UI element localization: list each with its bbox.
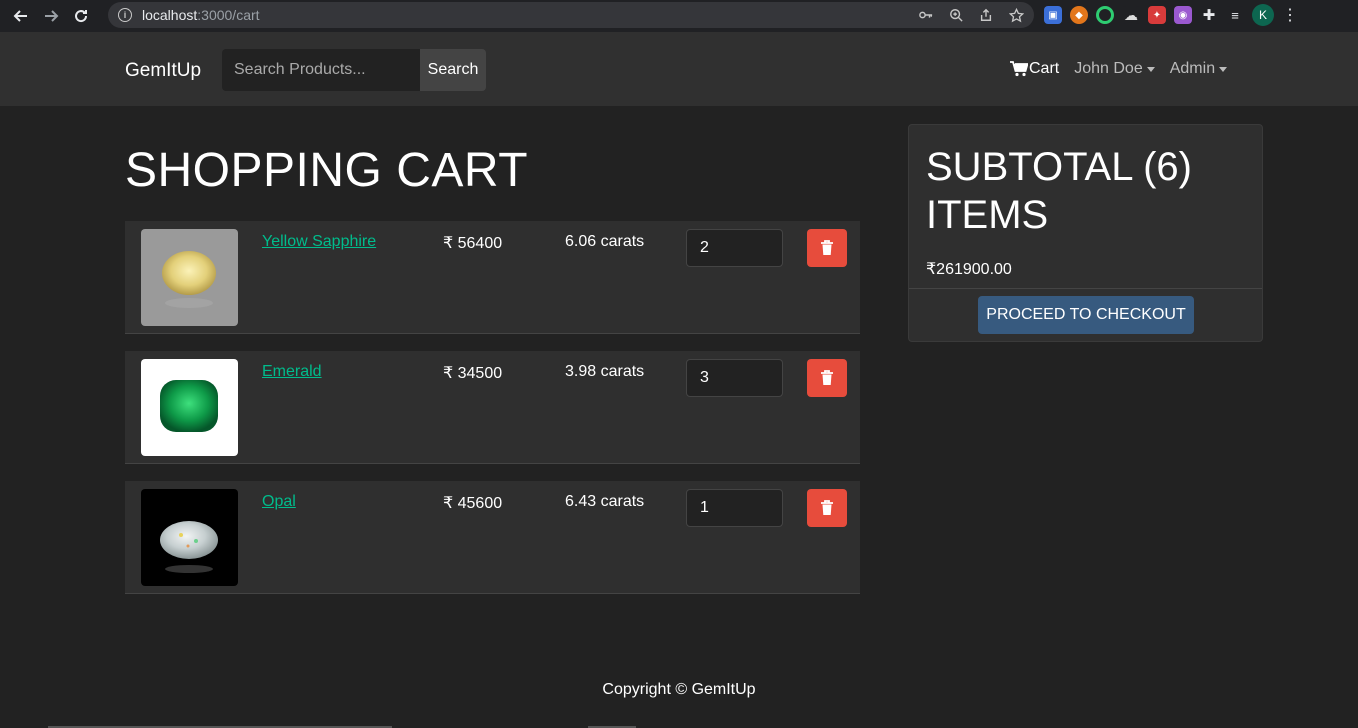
back-arrow-icon[interactable] <box>8 3 34 29</box>
screen-extension-icon[interactable]: ▣ <box>1044 6 1062 24</box>
shopping-cart-icon <box>1010 61 1028 77</box>
forward-arrow-icon[interactable] <box>38 3 64 29</box>
item-price: ₹ 34500 <box>443 365 503 382</box>
cloud-extension-icon[interactable]: ☁ <box>1122 6 1140 24</box>
metamask-fox-icon[interactable]: ◆ <box>1070 6 1088 24</box>
remove-item-button[interactable] <box>807 229 847 267</box>
summary-divider <box>909 288 1262 289</box>
quantity-select[interactable]: 2 <box>686 229 783 267</box>
subtotal-heading: SUBTOTAL (6) ITEMS <box>926 145 1192 237</box>
browser-menu-icon[interactable]: ⋮ <box>1282 5 1298 25</box>
address-bar[interactable]: i localhost:3000/cart <box>108 2 1034 28</box>
item-carats: 6.43 carats <box>565 493 645 510</box>
zoom-icon[interactable] <box>948 7 964 23</box>
share-icon[interactable] <box>978 7 994 23</box>
cart-label: Cart <box>1029 60 1060 77</box>
red-extension-icon[interactable]: ✦ <box>1148 6 1166 24</box>
bookmark-star-icon[interactable] <box>1008 7 1024 23</box>
green-ring-extension-icon[interactable] <box>1096 6 1114 24</box>
nav-cart-link[interactable]: Cart <box>1010 60 1059 78</box>
key-icon[interactable] <box>918 7 934 23</box>
order-summary-card: SUBTOTAL (6) ITEMS ₹261900.00 PROCEED TO… <box>908 124 1263 342</box>
browser-toolbar: i localhost:3000/cart ▣ ◆ ☁ ✦ ◉ ✚ ≡ K ⋮ <box>0 0 1358 32</box>
yellow-sapphire-image[interactable] <box>141 229 238 326</box>
proceed-to-checkout-button[interactable]: PROCEED TO CHECKOUT <box>978 296 1194 334</box>
product-link[interactable]: Yellow Sapphire <box>262 233 376 251</box>
user-dropdown-label: John Doe <box>1074 60 1143 77</box>
search-input[interactable]: Search Products... <box>222 49 420 91</box>
search-button[interactable]: Search <box>420 49 486 91</box>
opal-image[interactable] <box>141 489 238 586</box>
url-text[interactable]: localhost:3000/cart <box>142 7 260 23</box>
subtotal-amount: ₹261900.00 <box>926 261 1012 278</box>
item-carats: 3.98 carats <box>565 363 645 380</box>
trash-icon <box>821 240 833 255</box>
item-carats: 6.06 carats <box>565 233 645 250</box>
product-link[interactable]: Emerald <box>262 363 322 381</box>
item-price: ₹ 56400 <box>443 235 503 252</box>
admin-dropdown[interactable]: Admin <box>1169 60 1228 78</box>
cart-item-row: Emerald ₹ 34500 3.98 carats 3 <box>125 351 860 464</box>
caret-down-icon <box>1219 66 1228 72</box>
admin-dropdown-label: Admin <box>1169 60 1216 77</box>
product-link[interactable]: Opal <box>262 493 296 511</box>
reload-icon[interactable] <box>68 3 94 29</box>
quantity-select[interactable]: 1 <box>686 489 783 527</box>
trash-icon <box>821 370 833 385</box>
site-info-icon[interactable]: i <box>118 8 132 22</box>
media-queue-icon[interactable]: ≡ <box>1226 6 1244 24</box>
profile-avatar[interactable]: K <box>1252 4 1274 26</box>
site-navbar: GemItUp Search Products... Search Cart J… <box>0 32 1358 106</box>
caret-down-icon <box>1146 66 1155 72</box>
brand-logo[interactable]: GemItUp <box>125 60 201 82</box>
remove-item-button[interactable] <box>807 489 847 527</box>
cart-item-row: Yellow Sapphire ₹ 56400 6.06 carats 2 <box>125 221 860 334</box>
purple-extension-icon[interactable]: ◉ <box>1174 6 1192 24</box>
item-price: ₹ 45600 <box>443 495 503 512</box>
page-title: SHOPPING CART <box>125 144 529 197</box>
trash-icon <box>821 500 833 515</box>
remove-item-button[interactable] <box>807 359 847 397</box>
user-dropdown[interactable]: John Doe <box>1074 60 1155 78</box>
emerald-image[interactable] <box>141 359 238 456</box>
footer-copyright: Copyright © GemItUp <box>602 681 756 698</box>
quantity-select[interactable]: 3 <box>686 359 783 397</box>
cart-item-row: Opal ₹ 45600 6.43 carats 1 <box>125 481 860 594</box>
puzzle-extensions-icon[interactable]: ✚ <box>1200 6 1218 24</box>
